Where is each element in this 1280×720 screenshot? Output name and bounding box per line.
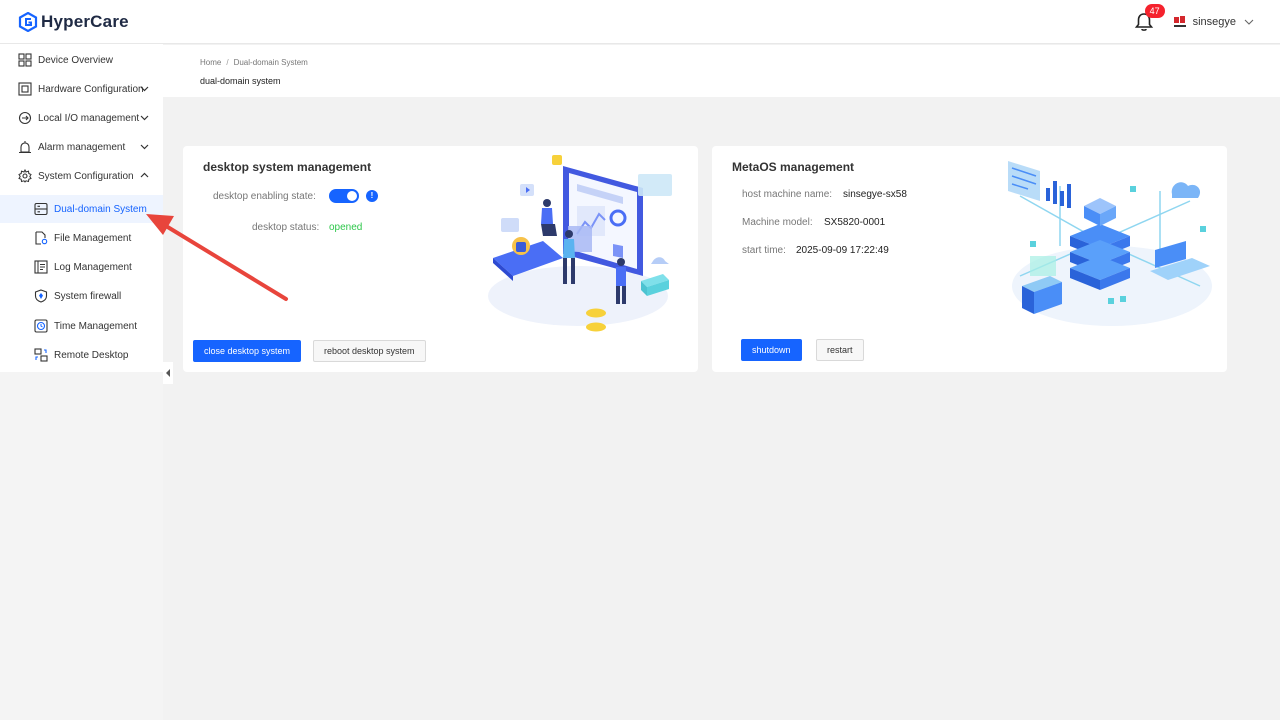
alarm-icon xyxy=(19,141,31,154)
chevron-down-icon xyxy=(140,144,149,150)
desktop-enabling-label: desktop enabling state: xyxy=(213,191,316,202)
sidebar-item-label: Local I/O management xyxy=(38,112,140,124)
breadcrumb-home[interactable]: Home xyxy=(200,58,221,67)
metaos-card: MetaOS management host machine name: sin… xyxy=(712,146,1227,372)
sidebar-empty-area xyxy=(0,372,163,720)
sidebar-item-system-configuration[interactable]: System Configuration xyxy=(0,162,163,190)
desktop-illustration xyxy=(488,155,672,332)
chevron-down-icon xyxy=(140,115,149,121)
gear-icon xyxy=(18,169,32,183)
notifications-button[interactable]: 47 xyxy=(1133,4,1165,33)
desktop-enabling-toggle[interactable] xyxy=(329,189,359,203)
notification-badge: 47 xyxy=(1144,4,1165,18)
breadcrumb-separator: / xyxy=(226,58,229,67)
app-logo[interactable]: HyperCare xyxy=(18,11,129,32)
start-time-value: 2025-09-09 17:22:49 xyxy=(796,245,889,256)
close-desktop-system-button[interactable]: close desktop system xyxy=(193,340,302,362)
card-title: MetaOS management xyxy=(732,160,855,174)
hypercare-logo-icon xyxy=(18,11,38,32)
header-user-area: 47 sinsegye xyxy=(1133,0,1254,44)
toggle-knob xyxy=(347,191,357,201)
avatar[interactable] xyxy=(1172,15,1187,29)
hardware-icon xyxy=(18,82,32,96)
shutdown-button[interactable]: shutdown xyxy=(741,339,802,361)
sidebar-item-label: Log Management xyxy=(54,261,132,273)
machine-model-value: SX5820-0001 xyxy=(824,217,886,228)
io-icon xyxy=(18,111,32,125)
desktop-status-label: desktop status: xyxy=(252,222,320,233)
top-header: HyperCare 47 sinsegye xyxy=(0,0,1280,44)
sidebar-item-label: Alarm management xyxy=(38,141,126,153)
start-time-label: start time: xyxy=(742,245,786,256)
sidebar-item-dual-domain-system[interactable]: Dual-domain System xyxy=(0,195,163,223)
log-icon xyxy=(34,260,48,274)
sidebar-item-label: Remote Desktop xyxy=(54,349,129,361)
server-illustration xyxy=(1008,161,1212,326)
sidebar-item-remote-desktop[interactable]: Remote Desktop xyxy=(0,341,163,369)
sidebar-collapse-button[interactable] xyxy=(163,362,173,384)
remote-desktop-icon xyxy=(34,348,48,362)
chevron-down-icon[interactable] xyxy=(1244,17,1254,27)
sidebar-item-label: Dual-domain System xyxy=(54,203,147,215)
host-machine-name-value: sinsegye-sx58 xyxy=(843,189,907,200)
sidebar-item-device-overview[interactable]: Device Overview xyxy=(0,46,163,74)
grid-icon xyxy=(18,53,32,67)
sidebar-item-label: Device Overview xyxy=(38,54,114,66)
restart-button[interactable]: restart xyxy=(816,339,864,361)
reboot-desktop-system-button[interactable]: reboot desktop system xyxy=(313,340,426,362)
sidebar-item-time-management[interactable]: Time Management xyxy=(0,312,163,340)
desktop-system-card: desktop system management desktop enabli… xyxy=(183,146,698,372)
sidebar-item-label: Hardware Configuration xyxy=(38,83,144,95)
card-title: desktop system management xyxy=(203,160,372,174)
sidebar-item-local-io-management[interactable]: Local I/O management xyxy=(0,104,163,132)
page-header: Home / Dual-domain System dual-domain syst… xyxy=(163,45,1280,97)
username[interactable]: sinsegye xyxy=(1193,16,1236,28)
sidebar-item-label: System firewall xyxy=(54,290,122,302)
caret-left-icon xyxy=(166,369,170,377)
sidebar-item-alarm-management[interactable]: Alarm management xyxy=(0,133,163,161)
sidebar-item-label: Time Management xyxy=(54,320,137,332)
breadcrumb: Home / Dual-domain System xyxy=(200,58,308,67)
shield-icon xyxy=(34,289,48,303)
host-machine-name-label: host machine name: xyxy=(742,189,833,200)
sidebar-item-hardware-configuration[interactable]: Hardware Configuration xyxy=(0,75,163,103)
app-title: HyperCare xyxy=(41,11,129,31)
clock-icon xyxy=(34,319,48,333)
page-title: dual-domain system xyxy=(200,76,281,86)
sidebar-item-log-management[interactable]: Log Management xyxy=(0,253,163,281)
machine-model-label: Machine model: xyxy=(742,217,813,228)
sidebar-item-label: System Configuration xyxy=(38,170,134,182)
sidebar-item-file-management[interactable]: File Management xyxy=(0,224,163,252)
server-icon xyxy=(34,202,48,216)
chevron-down-icon xyxy=(140,86,149,92)
breadcrumb-current: Dual-domain System xyxy=(233,58,308,67)
file-gear-icon xyxy=(35,231,48,245)
sidebar-item-label: File Management xyxy=(54,232,132,244)
info-icon[interactable]: ! xyxy=(366,190,378,202)
desktop-status-value: opened xyxy=(329,222,363,233)
chevron-up-icon xyxy=(140,172,149,178)
sidebar-item-system-firewall[interactable]: System firewall xyxy=(0,282,163,310)
